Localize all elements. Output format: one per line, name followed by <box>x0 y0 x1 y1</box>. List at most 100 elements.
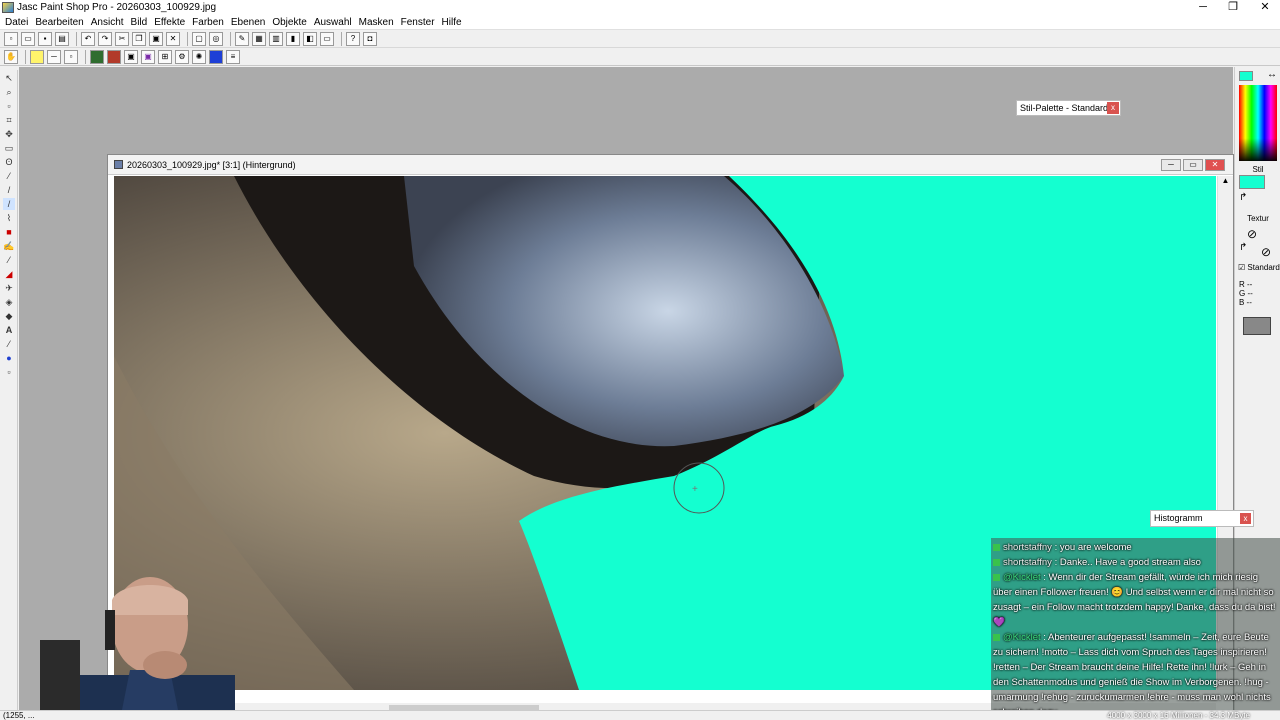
zoom-tool-icon[interactable]: ⌕ <box>3 86 15 98</box>
hand-tool-icon[interactable]: ✋ <box>4 49 18 64</box>
menu-objekte[interactable]: Objekte <box>270 17 311 28</box>
retouch-tool-icon[interactable]: ✍ <box>3 240 15 252</box>
crop-tool-icon[interactable]: ⌗ <box>3 114 15 126</box>
eraser-tool-icon[interactable]: ◢ <box>3 268 15 280</box>
histogram-header[interactable]: Histogramm x <box>1150 510 1254 527</box>
fill-tool-icon[interactable]: ◆ <box>3 310 15 322</box>
undo-icon[interactable]: ↶ <box>81 31 95 46</box>
separator <box>230 31 231 46</box>
image-window-title: 20260303_100929.jpg* [3:1] (Hintergrund) <box>127 159 296 170</box>
status-coordinates: (1255, ... <box>3 711 35 720</box>
color-picker-gradient[interactable] <box>1239 85 1277 161</box>
move-tool-icon[interactable]: ✥ <box>3 128 15 140</box>
screen-capture-icon[interactable]: ▢ <box>192 31 206 46</box>
menu-datei[interactable]: Datei <box>3 17 33 28</box>
moderator-badge-icon <box>993 543 1000 551</box>
scratch-tool-icon[interactable]: ⁄ <box>3 254 15 266</box>
lasso-tool-icon[interactable]: ʘ <box>3 156 15 168</box>
tool-options-icon[interactable]: ✎ <box>235 31 249 46</box>
maximize-button[interactable]: ❐ <box>1218 0 1248 15</box>
mask-icon[interactable]: ▣ <box>141 49 155 64</box>
arrow-tool-icon[interactable]: ↖ <box>3 72 15 84</box>
color-replace-tool-icon[interactable]: ■ <box>3 226 15 238</box>
standard-checkbox[interactable]: ☑ Standard <box>1238 263 1280 272</box>
image-maximize-button[interactable]: ▭ <box>1183 159 1203 171</box>
no-texture-icon-2[interactable]: ⊘ <box>1261 245 1271 259</box>
deform-tool-icon[interactable]: ▫ <box>3 100 15 112</box>
menu-masken[interactable]: Masken <box>357 17 399 28</box>
gear-icon[interactable]: ⚙ <box>175 49 189 64</box>
color-effect-icon[interactable] <box>107 49 121 64</box>
style-palette-header[interactable]: Stil-Palette - Standard... x <box>1016 100 1121 116</box>
blue-fill-icon[interactable] <box>209 49 223 64</box>
histogram-icon[interactable]: ▮ <box>286 31 300 46</box>
layer-palette-icon[interactable]: ▥ <box>269 31 283 46</box>
menu-fenster[interactable]: Fenster <box>399 17 440 28</box>
object-tool-icon[interactable]: ▫ <box>3 366 15 378</box>
no-texture-icon[interactable]: ⊘ <box>1247 227 1257 241</box>
status-image-info: 4000 x 3000 x 16 Millionen - 34.3 MByte <box>1107 711 1250 720</box>
menu-auswahl[interactable]: Auswahl <box>312 17 357 28</box>
cut-icon[interactable]: ✂ <box>115 31 129 46</box>
scroll-up-icon[interactable]: ▲ <box>1218 176 1233 185</box>
image-effect-icon[interactable] <box>90 49 104 64</box>
resize-icon[interactable]: ▣ <box>124 49 138 64</box>
foreground-mini-swatch[interactable] <box>1239 71 1253 81</box>
stil-swatch[interactable] <box>1239 175 1265 189</box>
toolbar-icon[interactable]: ▭ <box>320 31 334 46</box>
pen-icon[interactable]: ─ <box>47 49 61 64</box>
image-minimize-button[interactable]: ─ <box>1161 159 1181 171</box>
menu-bearbeiten[interactable]: Bearbeiten <box>33 17 88 28</box>
sun-icon[interactable]: ✺ <box>192 49 206 64</box>
swap-arrow-icon-2[interactable]: ↱ <box>1239 242 1247 253</box>
browse-icon[interactable]: ◎ <box>209 31 223 46</box>
print-icon[interactable]: ▤ <box>55 31 69 46</box>
style-palette-icon[interactable]: ◧ <box>303 31 317 46</box>
paintbrush-tool-icon[interactable]: / <box>3 184 15 196</box>
moderator-badge-icon <box>993 573 1000 581</box>
flood-fill-tool-icon[interactable]: ◈ <box>3 296 15 308</box>
grid-icon[interactable]: ⊞ <box>158 49 172 64</box>
chat-text: Abenteurer aufgepasst! !sammeln – Zeit, … <box>993 632 1271 718</box>
menu-hilfe[interactable]: Hilfe <box>440 17 467 28</box>
text-tool-icon[interactable]: A <box>3 324 15 336</box>
lines-icon[interactable]: ≡ <box>226 49 240 64</box>
open-file-icon[interactable]: ▭ <box>21 31 35 46</box>
airbrush-tool-icon[interactable]: ✈ <box>3 282 15 294</box>
moderator-badge-icon <box>993 558 1000 566</box>
save-icon[interactable]: ▪ <box>38 31 52 46</box>
menu-bild[interactable]: Bild <box>129 17 153 28</box>
standard-toolbar: ▫ ▭ ▪ ▤ ↶ ↷ ✂ ❐ ▣ ✕ ▢ ◎ ✎ ▦ ▥ ▮ ◧ ▭ ? ◘ <box>0 30 1280 48</box>
menu-ebenen[interactable]: Ebenen <box>229 17 270 28</box>
frame-icon[interactable]: ▫ <box>64 49 78 64</box>
histogram-close-button[interactable]: x <box>1240 513 1251 524</box>
chat-message: @Kicklet : Abenteurer aufgepasst! !samme… <box>993 630 1278 720</box>
draw-tool-icon[interactable]: ⁄ <box>3 338 15 350</box>
new-file-icon[interactable]: ▫ <box>4 31 18 46</box>
selection-tool-icon[interactable]: ▭ <box>3 142 15 154</box>
delete-icon[interactable]: ✕ <box>166 31 180 46</box>
redo-icon[interactable]: ↷ <box>98 31 112 46</box>
overview-icon[interactable]: ▦ <box>252 31 266 46</box>
close-button[interactable]: ✕ <box>1250 0 1280 15</box>
dropper-tool-icon[interactable]: ⁄ <box>3 170 15 182</box>
image-window-titlebar[interactable]: 20260303_100929.jpg* [3:1] (Hintergrund) <box>108 155 1233 175</box>
menu-effekte[interactable]: Effekte <box>152 17 190 28</box>
image-close-button[interactable]: ✕ <box>1205 159 1225 171</box>
paste-icon[interactable]: ▣ <box>149 31 163 46</box>
help-icon[interactable]: ? <box>346 31 360 46</box>
brush-active-tool-icon[interactable]: / <box>3 198 15 210</box>
shape-tool-icon[interactable]: ● <box>3 352 15 364</box>
status-bar: (1255, ... 4000 x 3000 x 16 Millionen - … <box>0 710 1280 720</box>
highlight-icon[interactable] <box>30 49 44 64</box>
swap-colors-icon[interactable]: ↔ <box>1267 69 1277 80</box>
minimize-button[interactable]: ─ <box>1188 0 1218 15</box>
copy-icon[interactable]: ❐ <box>132 31 146 46</box>
style-palette-close-button[interactable]: x <box>1107 102 1119 114</box>
clone-tool-icon[interactable]: ⌇ <box>3 212 15 224</box>
swap-arrow-icon[interactable]: ↱ <box>1239 192 1247 203</box>
menu-farben[interactable]: Farben <box>190 17 229 28</box>
camera-icon[interactable]: ◘ <box>363 31 377 46</box>
chat-username: shortstaffny <box>1003 557 1052 568</box>
menu-ansicht[interactable]: Ansicht <box>89 17 129 28</box>
